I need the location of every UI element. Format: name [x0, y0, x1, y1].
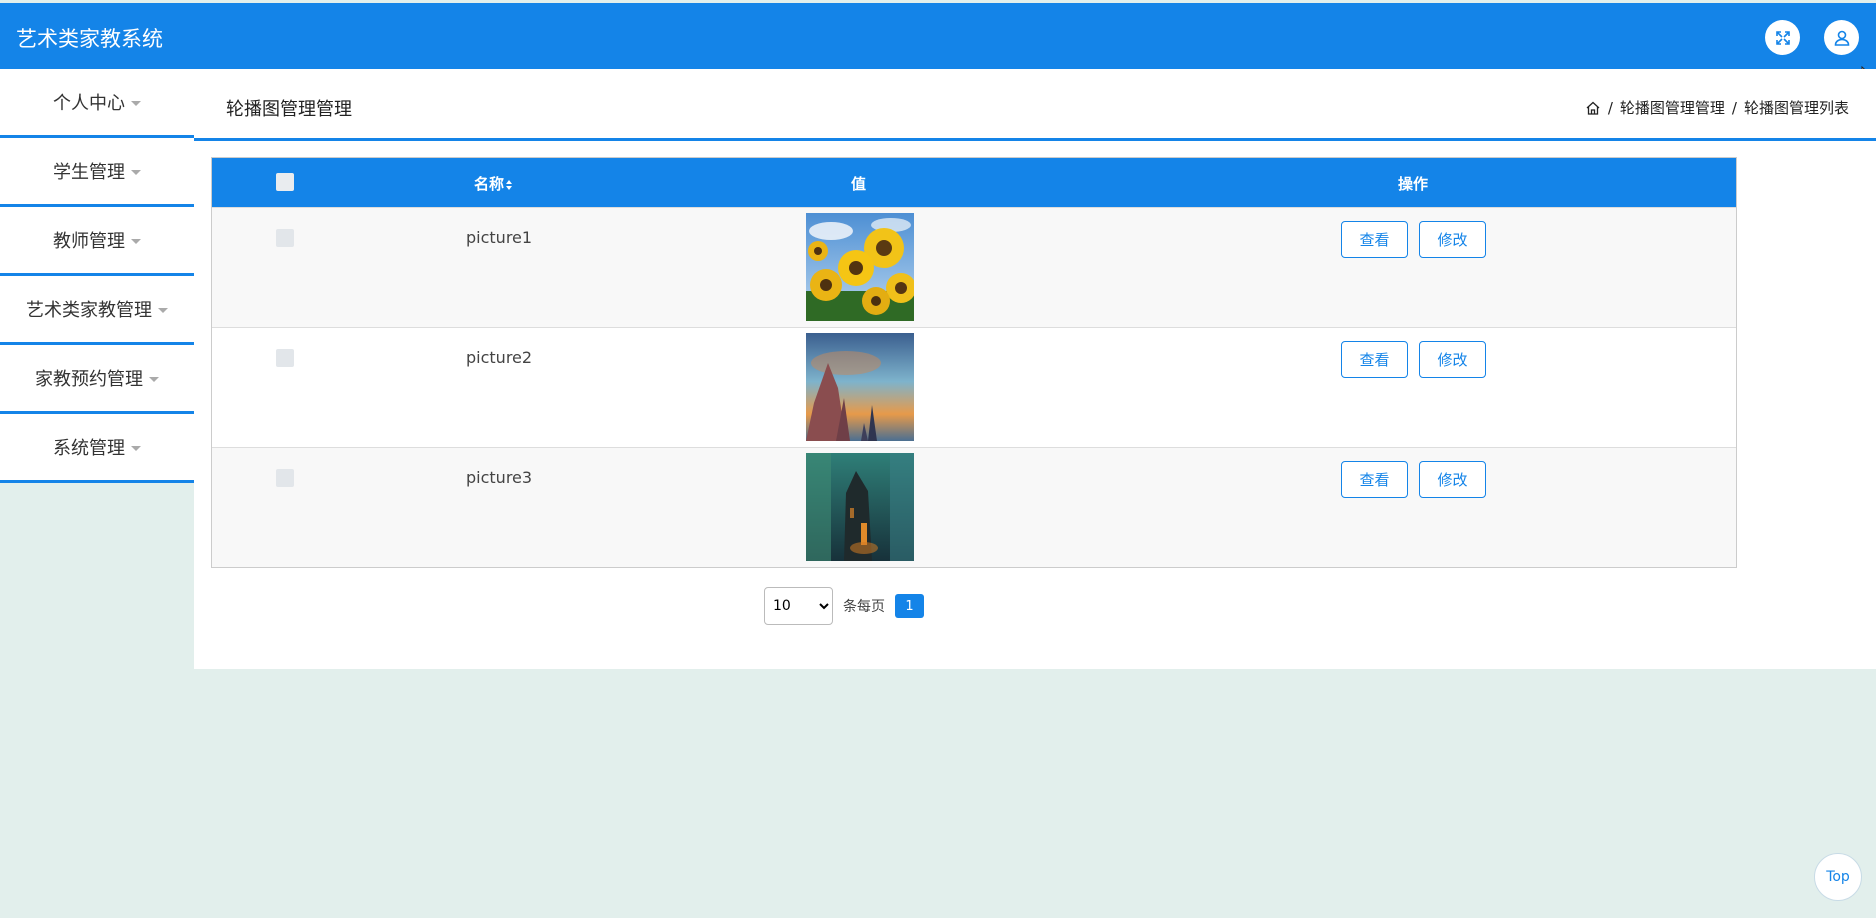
- caret-down-icon: [131, 445, 141, 451]
- home-icon[interactable]: [1585, 100, 1601, 116]
- sidebar-item-label: 教师管理: [53, 231, 125, 252]
- sidebar-item-appointments[interactable]: 家教预约管理: [0, 345, 194, 414]
- carousel-image: [806, 333, 914, 441]
- column-header-label: 名称: [474, 175, 505, 193]
- row-checkbox[interactable]: [276, 469, 294, 487]
- edit-button[interactable]: 修改: [1419, 341, 1486, 378]
- table-header: 名称 值 操作: [212, 158, 1736, 207]
- row-name: picture2: [466, 348, 533, 367]
- user-icon: [1834, 30, 1849, 46]
- back-to-top-button[interactable]: Top: [1814, 853, 1862, 901]
- page-number-button[interactable]: 1: [895, 594, 924, 618]
- caret-down-icon: [131, 169, 141, 175]
- caret-down-icon: [158, 307, 168, 313]
- row-checkbox[interactable]: [276, 229, 294, 247]
- top-bar: 艺术类家教系统: [0, 3, 1876, 69]
- sidebar-item-label: 个人中心: [53, 93, 125, 114]
- sidebar-item-students[interactable]: 学生管理: [0, 138, 194, 207]
- caret-down-icon: [149, 376, 159, 382]
- page-header: 轮播图管理管理 / 轮播图管理管理 / 轮播图管理列表: [194, 69, 1876, 141]
- sidebar-item-system[interactable]: 系统管理: [0, 414, 194, 483]
- table-row: picture1 查看 修改: [212, 207, 1736, 327]
- edit-button[interactable]: 修改: [1419, 221, 1486, 258]
- edit-button[interactable]: 修改: [1419, 461, 1486, 498]
- page-size-select[interactable]: 10: [764, 587, 833, 625]
- view-button[interactable]: 查看: [1341, 341, 1408, 378]
- app-title: 艺术类家教系统: [16, 27, 163, 51]
- sidebar-item-personal-center[interactable]: 个人中心: [0, 69, 194, 138]
- sidebar-item-label: 学生管理: [53, 162, 125, 183]
- sidebar-item-label: 系统管理: [53, 438, 125, 459]
- expand-icon: [1775, 30, 1790, 45]
- caret-down-icon: [131, 238, 141, 244]
- column-header-value: 值: [851, 175, 867, 193]
- column-header-name[interactable]: 名称: [474, 173, 513, 194]
- select-all-checkbox[interactable]: [276, 173, 294, 191]
- fullscreen-button[interactable]: [1765, 20, 1800, 55]
- sidebar-item-art-tutoring[interactable]: 艺术类家教管理: [0, 276, 194, 345]
- sidebar-item-teachers[interactable]: 教师管理: [0, 207, 194, 276]
- main-content: 轮播图管理管理 / 轮播图管理管理 / 轮播图管理列表 名称 值 操作 pict…: [194, 69, 1876, 669]
- view-button[interactable]: 查看: [1341, 221, 1408, 258]
- row-checkbox[interactable]: [276, 349, 294, 367]
- pagination: 10 条每页 1: [764, 587, 924, 625]
- sort-icon: [506, 179, 513, 190]
- caret-down-icon: [131, 100, 141, 106]
- carousel-image: [806, 213, 914, 321]
- breadcrumb-item-current: 轮播图管理列表: [1743, 99, 1849, 117]
- breadcrumb-separator: /: [1731, 98, 1737, 117]
- row-name: picture1: [466, 228, 533, 247]
- sidebar: 个人中心 学生管理 教师管理 艺术类家教管理 家教预约管理 系统管理: [0, 69, 194, 483]
- table-row: picture2 查看 修改: [212, 327, 1736, 447]
- page-title: 轮播图管理管理: [226, 99, 352, 120]
- carousel-table: 名称 值 操作 picture1 查看 修改 picture2 查看 修改 pi…: [211, 157, 1737, 568]
- table-row: picture3 查看 修改: [212, 447, 1736, 567]
- row-name: picture3: [466, 468, 533, 487]
- carousel-image: [806, 453, 914, 561]
- user-button[interactable]: [1824, 20, 1859, 55]
- sidebar-item-label: 家教预约管理: [35, 369, 143, 390]
- column-header-actions: 操作: [1398, 175, 1429, 193]
- breadcrumb-separator: /: [1607, 98, 1613, 117]
- sidebar-item-label: 艺术类家教管理: [26, 300, 152, 321]
- breadcrumb-item[interactable]: 轮播图管理管理: [1620, 97, 1725, 118]
- per-page-label: 条每页: [843, 599, 885, 615]
- view-button[interactable]: 查看: [1341, 461, 1408, 498]
- breadcrumb: / 轮播图管理管理 / 轮播图管理列表: [1585, 97, 1849, 118]
